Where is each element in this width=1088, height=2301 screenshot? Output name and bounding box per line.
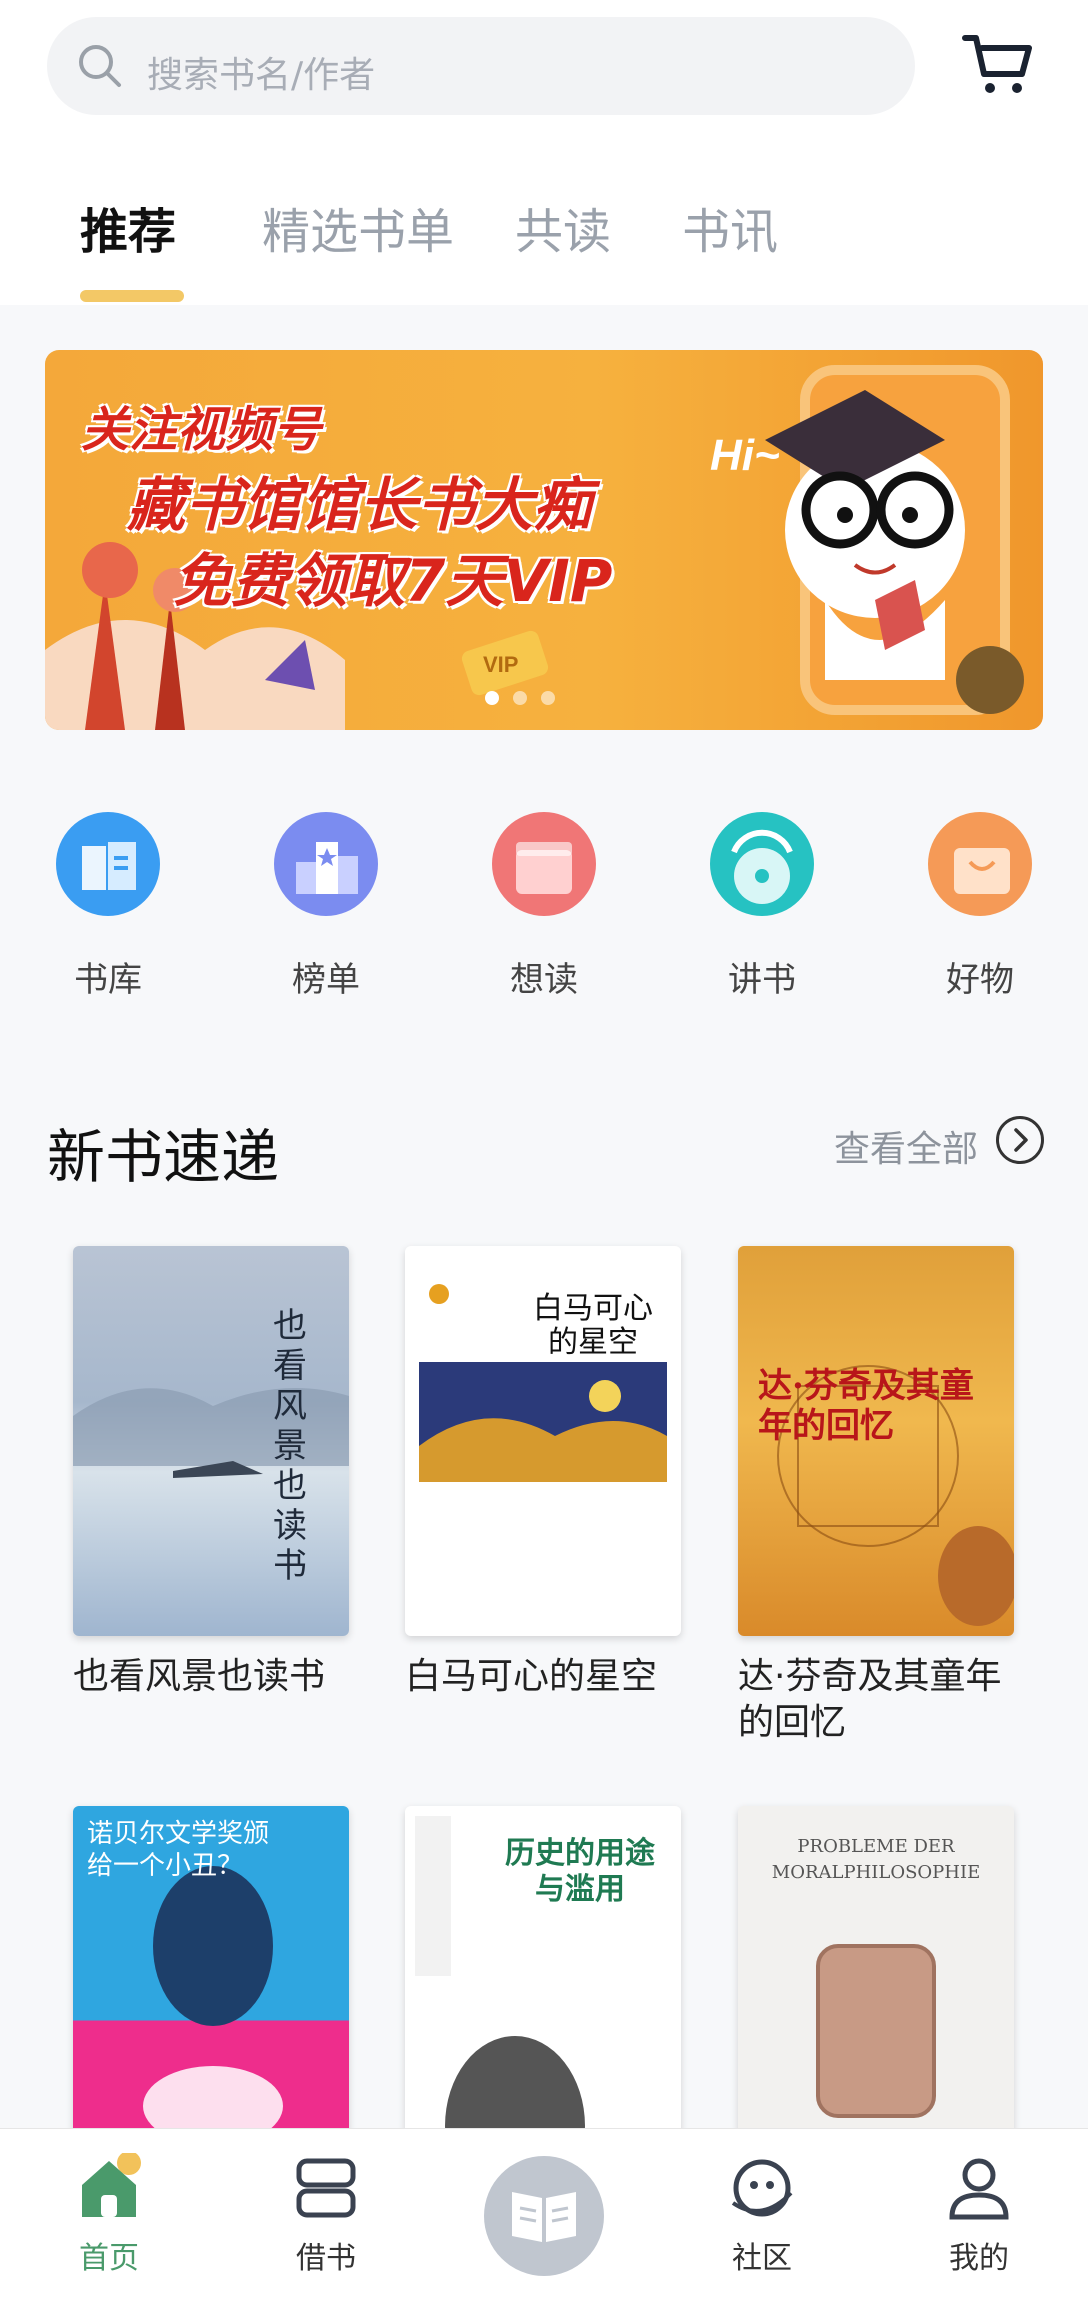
cover-text: 白马可心的星空: [533, 1291, 653, 1360]
nav-community[interactable]: 社区: [692, 2153, 832, 2277]
shopping-bag-icon: [928, 812, 1032, 916]
tab-coreading[interactable]: 共读: [515, 192, 611, 262]
active-tab-indicator: [80, 290, 184, 302]
quick-link-goods[interactable]: 好物: [920, 812, 1040, 1001]
nav-profile[interactable]: 我的: [909, 2153, 1049, 2277]
tab-booklists[interactable]: 精选书单: [262, 192, 454, 262]
community-icon: [727, 2153, 797, 2223]
center-reading-button[interactable]: [484, 2156, 604, 2276]
quick-link-label: 榜单: [292, 960, 360, 1000]
cover-text: 历史的用途与滥用: [505, 1836, 655, 1907]
cart-icon[interactable]: [962, 30, 1034, 98]
quick-link-label: 想读: [510, 960, 578, 1000]
banner-pagination: [485, 690, 569, 709]
book-card[interactable]: 也看风景也读书 也看风景也读书: [73, 1246, 349, 1700]
ranking-icon: [274, 812, 378, 916]
search-icon: [79, 45, 121, 87]
quick-link-wishlist[interactable]: 想读: [484, 812, 604, 1001]
view-all-link[interactable]: 查看全部: [834, 1120, 978, 1172]
quick-link-ranking[interactable]: 榜单: [266, 812, 386, 1001]
nav-label: 首页: [79, 2241, 139, 2276]
book-card[interactable]: 达·芬奇及其童年的回忆 达·芬奇及其童年的回忆: [738, 1246, 1014, 1746]
cover-text: 达·芬奇及其童年的回忆: [758, 1366, 974, 1446]
promo-banner[interactable]: VIP Hi~ 关注视频号 藏书馆馆长书大痴 免费领取7天VIP: [45, 350, 1043, 730]
search-input[interactable]: 搜索书名/作者: [147, 46, 375, 98]
quick-link-label: 讲书: [728, 960, 796, 1000]
banner-line-1: 关注视频号: [81, 402, 322, 458]
cover-text: 诺贝尔文学奖颁给一个小丑？: [87, 1819, 270, 1881]
quick-link-library[interactable]: 书库: [48, 812, 168, 1001]
tab-book-news[interactable]: 书讯: [682, 192, 778, 262]
home-icon: [74, 2151, 144, 2223]
book-card[interactable]: 白马可心的星空 白马可心的星空: [405, 1246, 681, 1700]
nav-label: 借书: [296, 2241, 356, 2276]
open-book-icon: [512, 2192, 576, 2242]
library-icon: [56, 812, 160, 916]
book-title: 白马可心的星空: [405, 1656, 658, 1697]
borrow-icon: [291, 2153, 361, 2223]
audio-book-icon: [710, 812, 814, 916]
search-bar[interactable]: 搜索书名/作者: [47, 17, 915, 115]
nav-borrow[interactable]: 借书: [256, 2153, 396, 2277]
banner-line-2: 藏书馆馆长书大痴: [127, 471, 592, 539]
book-cover: 也看风景也读书: [73, 1246, 349, 1636]
banner-line-3: 免费领取7天VIP: [173, 547, 613, 615]
book-cover: 白马可心的星空: [405, 1246, 681, 1636]
vip-badge: VIP: [483, 652, 518, 677]
nav-home[interactable]: 首页: [39, 2151, 179, 2277]
profile-icon: [944, 2153, 1014, 2223]
cover-text: 也看风景也读书: [273, 1306, 307, 1586]
book-title: 也看风景也读书: [73, 1656, 326, 1697]
quick-link-label: 书库: [74, 960, 142, 1000]
top-bar: 搜索书名/作者 推荐 精选书单 共读 书讯: [0, 0, 1088, 305]
tab-recommend[interactable]: 推荐: [80, 192, 176, 262]
quick-link-label: 好物: [946, 960, 1014, 1000]
cover-text: PROBLEME DER MORALPHILOSOPHIE: [771, 1836, 981, 1883]
chevron-right-icon[interactable]: [996, 1116, 1044, 1164]
wishlist-icon: [492, 812, 596, 916]
nav-label: 我的: [949, 2241, 1009, 2276]
book-cover: 达·芬奇及其童年的回忆: [738, 1246, 1014, 1636]
book-title: 达·芬奇及其童年的回忆: [738, 1656, 1002, 1743]
section-title: 新书速递: [47, 1123, 280, 1191]
quick-link-audio-book[interactable]: 讲书: [702, 812, 822, 1001]
nav-label: 社区: [732, 2241, 792, 2276]
